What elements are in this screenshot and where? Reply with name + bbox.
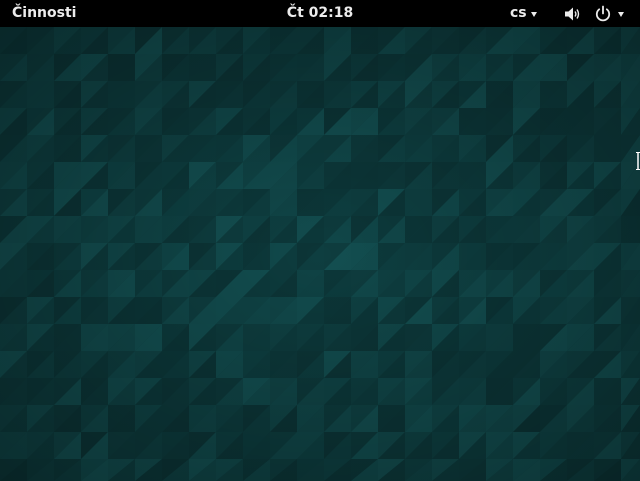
text-cursor-icon — [636, 152, 640, 170]
clock-label[interactable]: Čt 02:18 — [287, 5, 353, 21]
clock-menu: Čt 02:18 — [0, 0, 640, 27]
power-icon — [595, 5, 611, 21]
keyboard-layout-menu[interactable]: cs — [510, 0, 537, 27]
desktop-background[interactable] — [0, 27, 640, 481]
triangle-down-icon — [530, 12, 537, 17]
activities-label: Činnosti — [12, 5, 77, 21]
keyboard-layout-label: cs — [510, 5, 527, 21]
top-bar: Činnosti Čt 02:18 cs — [0, 0, 640, 27]
activities-button[interactable]: Činnosti — [12, 0, 76, 27]
system-status-menu[interactable] — [564, 0, 624, 27]
speaker-volume-icon — [565, 7, 580, 20]
desktop-screen: Činnosti Čt 02:18 cs — [0, 0, 640, 481]
wallpaper-image — [0, 27, 640, 481]
triangle-down-icon — [618, 12, 624, 17]
